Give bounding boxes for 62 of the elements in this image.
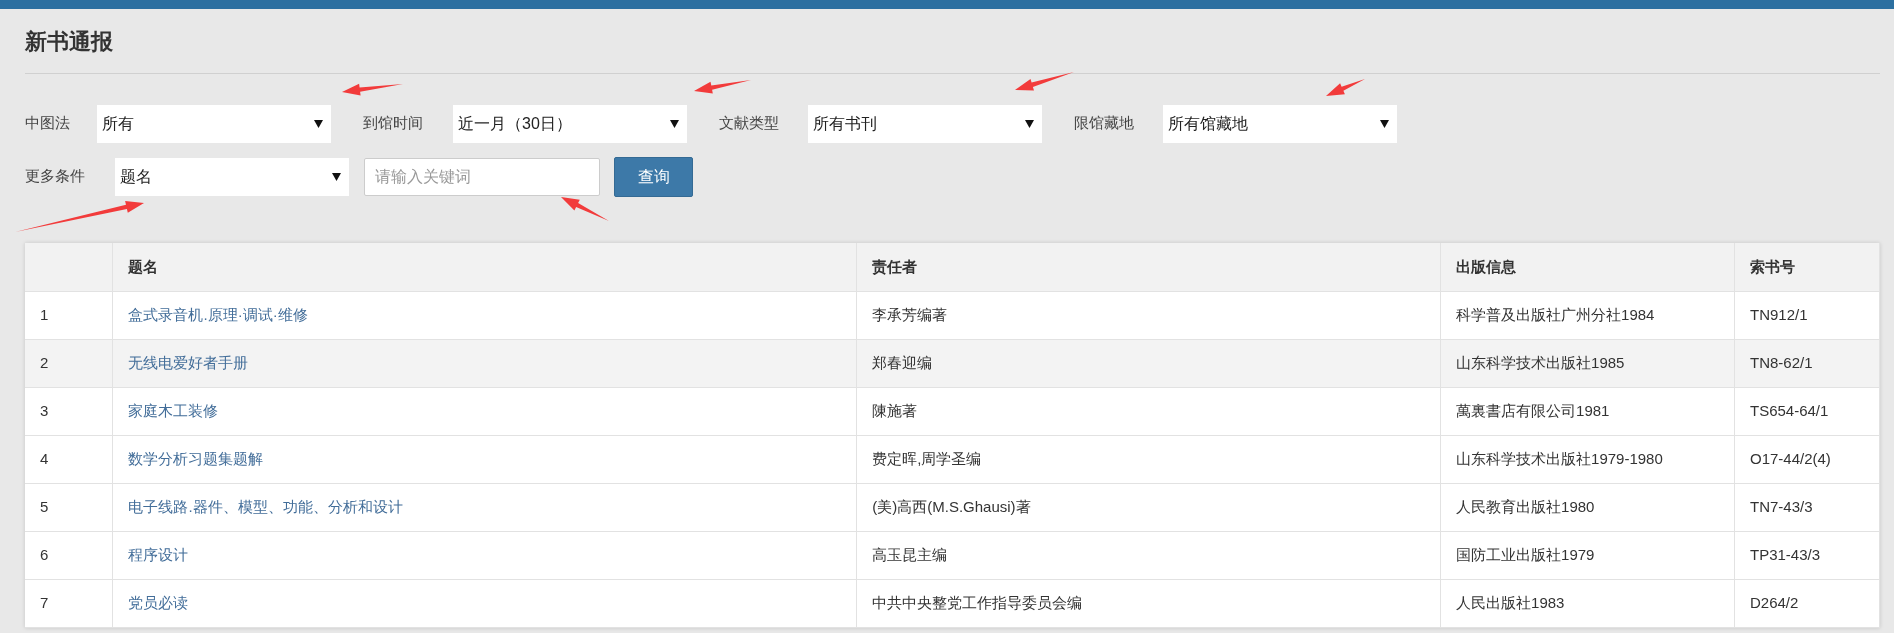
table-cell: (美)高西(M.S.Ghausi)著 bbox=[856, 483, 1441, 531]
table-cell: TN912/1 bbox=[1734, 291, 1880, 339]
column-header: 出版信息 bbox=[1440, 243, 1735, 291]
book-title-link[interactable]: 党员必读 bbox=[128, 593, 189, 611]
caret-icon bbox=[1025, 119, 1034, 128]
table-cell: 高玉昆主编 bbox=[856, 531, 1441, 579]
caret-icon bbox=[670, 119, 679, 128]
row-number: 3 bbox=[25, 387, 113, 435]
book-title-link[interactable]: 数学分析习题集题解 bbox=[128, 449, 264, 467]
table-cell: O17-44/2(4) bbox=[1734, 435, 1880, 483]
row-number: 6 bbox=[25, 531, 113, 579]
row-number: 5 bbox=[25, 483, 113, 531]
row-number: 7 bbox=[25, 579, 113, 627]
column-header: 责任者 bbox=[856, 243, 1441, 291]
table-cell: 国防工业出版社1979 bbox=[1440, 531, 1735, 579]
table-cell: 陳施著 bbox=[856, 387, 1441, 435]
column-header: 题名 bbox=[112, 243, 857, 291]
keyword-field[interactable]: 请输入关键词 bbox=[364, 157, 600, 196]
filter-label: 到馆时间 bbox=[363, 113, 424, 134]
filter-label: 限馆藏地 bbox=[1074, 113, 1135, 134]
table-cell: TN7-43/3 bbox=[1734, 483, 1880, 531]
table-cell: 人民教育出版社1980 bbox=[1440, 483, 1735, 531]
table-cell: TS654-64/1 bbox=[1734, 387, 1880, 435]
caret-icon bbox=[314, 119, 323, 128]
book-title-link[interactable]: 盒式录音机.原理·调试·维修 bbox=[128, 305, 308, 323]
table-cell: 山东科学技术出版社1985 bbox=[1440, 339, 1735, 387]
table-cell: D264/2 bbox=[1734, 579, 1880, 627]
filter-label: 文献类型 bbox=[719, 113, 780, 134]
annotation-arrow bbox=[1015, 72, 1074, 91]
annotation-arrow bbox=[694, 80, 751, 94]
search-button[interactable]: 查询 bbox=[614, 156, 693, 197]
table-cell: 科学普及出版社广州分社1984 bbox=[1440, 291, 1735, 339]
table-cell: TP31-43/3 bbox=[1734, 531, 1880, 579]
row-number: 1 bbox=[25, 291, 113, 339]
caret-icon bbox=[1380, 119, 1389, 128]
dropdown[interactable]: 近一月（30日） bbox=[453, 104, 687, 143]
book-title-link[interactable]: 程序设计 bbox=[128, 545, 189, 563]
table-cell: 中共中央整党工作指导委员会编 bbox=[856, 579, 1441, 627]
annotation-arrow bbox=[342, 83, 403, 96]
filter-label: 更多条件 bbox=[25, 166, 86, 187]
row-number: 4 bbox=[25, 435, 113, 483]
annotation-arrow bbox=[1326, 79, 1365, 96]
table-cell: TN8-62/1 bbox=[1734, 339, 1880, 387]
dropdown[interactable]: 所有书刊 bbox=[808, 104, 1042, 143]
table-cell: 郑春迎编 bbox=[856, 339, 1441, 387]
dropdown[interactable]: 所有 bbox=[97, 104, 331, 143]
dropdown[interactable]: 所有馆藏地 bbox=[1163, 104, 1397, 143]
filter-label: 中图法 bbox=[25, 113, 71, 134]
book-title-link[interactable]: 电子线路.器件、模型、功能、分析和设计 bbox=[128, 497, 403, 515]
table-cell: 萬裏書店有限公司1981 bbox=[1440, 387, 1735, 435]
page-title: 新书通报 bbox=[25, 28, 114, 56]
caret-icon bbox=[332, 172, 341, 181]
column-header: 索书号 bbox=[1734, 243, 1880, 291]
annotation-arrow bbox=[561, 197, 609, 221]
table-cell: 李承芳编著 bbox=[856, 291, 1441, 339]
book-title-link[interactable]: 无线电爱好者手册 bbox=[128, 353, 249, 371]
table-cell: 费定晖,周学圣编 bbox=[856, 435, 1441, 483]
row-number: 2 bbox=[25, 339, 113, 387]
dropdown[interactable]: 题名 bbox=[115, 157, 349, 196]
table-cell: 人民出版社1983 bbox=[1440, 579, 1735, 627]
book-title-link[interactable]: 家庭木工装修 bbox=[128, 401, 219, 419]
table-cell: 山东科学技术出版社1979-1980 bbox=[1440, 435, 1735, 483]
